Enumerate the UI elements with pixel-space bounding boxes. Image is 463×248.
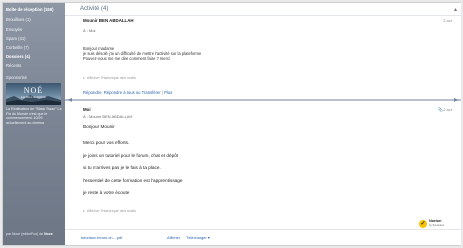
chevron-up-icon[interactable]: ▴ bbox=[454, 6, 457, 13]
download-attachment-button[interactable]: Télécharger ▾ bbox=[186, 235, 210, 240]
body-line: Merci pour vos efforts. bbox=[83, 140, 130, 145]
reply-forward-link[interactable]: Répondre, Répondre à tous ou Transférer bbox=[83, 90, 161, 95]
ad-text[interactable]: La Réalisateur de "Black Swan" La Fin du… bbox=[6, 107, 63, 125]
prev-message-icon[interactable]: ◂ bbox=[68, 96, 72, 104]
norton-badge: ✓ Norton by Symantec bbox=[419, 219, 445, 229]
norton-sub: by Symantec bbox=[429, 223, 444, 227]
attachment-bar: tutoriaux-forum-ch....pdf Afficher Téléc… bbox=[65, 229, 461, 243]
reply-links: Répondre, Répondre à tous ou Transférer … bbox=[83, 90, 172, 95]
mail-window: Boîte de réception (159) Brouillons (1) … bbox=[2, 2, 461, 246]
conversation-title: Activité (4) bbox=[80, 6, 109, 12]
next-message-icon[interactable]: ▸ bbox=[454, 96, 458, 104]
body-line: Pouvez-vous me me dire comment faire ? m… bbox=[83, 56, 170, 61]
ad-title: NOÉ bbox=[23, 86, 44, 95]
body-line: je reste à votre écoute bbox=[83, 190, 130, 195]
ad-image[interactable]: NOÉ Les Films du Poisson bbox=[6, 83, 61, 105]
message-divider bbox=[65, 99, 461, 101]
conversation-panel: Activité (4) ▴ Mounir BEN ABDALLAH 2 avr… bbox=[65, 3, 461, 245]
conversation-header: Activité (4) ▴ bbox=[65, 3, 461, 16]
folder-recent[interactable]: Récents bbox=[6, 63, 21, 68]
folder-sent[interactable]: Envoyés bbox=[6, 27, 22, 32]
body-line: je joins un tutoriel pour le forum, chat… bbox=[83, 153, 179, 158]
body-line: l'essentiel de cette formation est l'app… bbox=[83, 178, 183, 183]
ad-subtitle: Les Films du Poisson bbox=[21, 96, 46, 99]
body-line: Bonjour Mounir bbox=[83, 124, 115, 129]
paperclip-icon: 📎 bbox=[437, 107, 443, 112]
view-attachment-button[interactable]: Afficher bbox=[167, 235, 180, 240]
folder-drafts[interactable]: Brouillons (1) bbox=[6, 17, 31, 22]
triangle-right-icon: ▸ bbox=[83, 76, 85, 80]
triangle-right-icon: ▸ bbox=[83, 209, 85, 213]
footer-brand[interactable]: Noce bbox=[44, 232, 53, 236]
reply-bar: Répondre, Répondre à tous ou Transférer … bbox=[65, 90, 461, 98]
body-line: si tu n'arrives pas je le fais à ta plac… bbox=[83, 165, 161, 170]
sidebar-footer: par Noce (editorFoo) de Noce bbox=[6, 232, 53, 236]
footer-prefix: par Noce (editorFoo) de bbox=[6, 232, 44, 236]
message-date: 2 avr. bbox=[443, 18, 453, 23]
folder-inbox[interactable]: Boîte de réception (159) bbox=[6, 7, 53, 12]
message-sender: Mounir BEN ABDALLAH bbox=[83, 18, 134, 23]
message-recipient: À : Moi bbox=[83, 28, 96, 33]
message-body: Bonjour madame je suis désolé j'ai un di… bbox=[83, 46, 201, 61]
folder-spam[interactable]: Spam (41) bbox=[6, 36, 26, 41]
sidebar: Boîte de réception (159) Brouillons (1) … bbox=[3, 3, 65, 245]
show-history-link[interactable]: ▸ Afficher l'historique des mails bbox=[83, 208, 136, 213]
sponsor-label: Sponsorisé bbox=[6, 75, 27, 80]
norton-brand: Norton bbox=[429, 219, 442, 223]
checkmark-icon: ✓ bbox=[419, 220, 427, 228]
more-link[interactable]: Plus bbox=[164, 90, 172, 95]
message-date: 2 avr. bbox=[443, 107, 453, 112]
message-recipient: À : Mounir BEN ABDALLAH bbox=[83, 114, 133, 119]
folder-trash[interactable]: Corbeille (7) bbox=[6, 45, 29, 50]
attachment-filename[interactable]: tutoriaux-forum-ch....pdf bbox=[81, 235, 122, 240]
folder-folders[interactable]: Dossiers (4) bbox=[6, 54, 30, 59]
show-history-link[interactable]: ▸ Afficher l'historique des mails bbox=[83, 75, 136, 80]
message-sender: Moi bbox=[83, 107, 91, 112]
